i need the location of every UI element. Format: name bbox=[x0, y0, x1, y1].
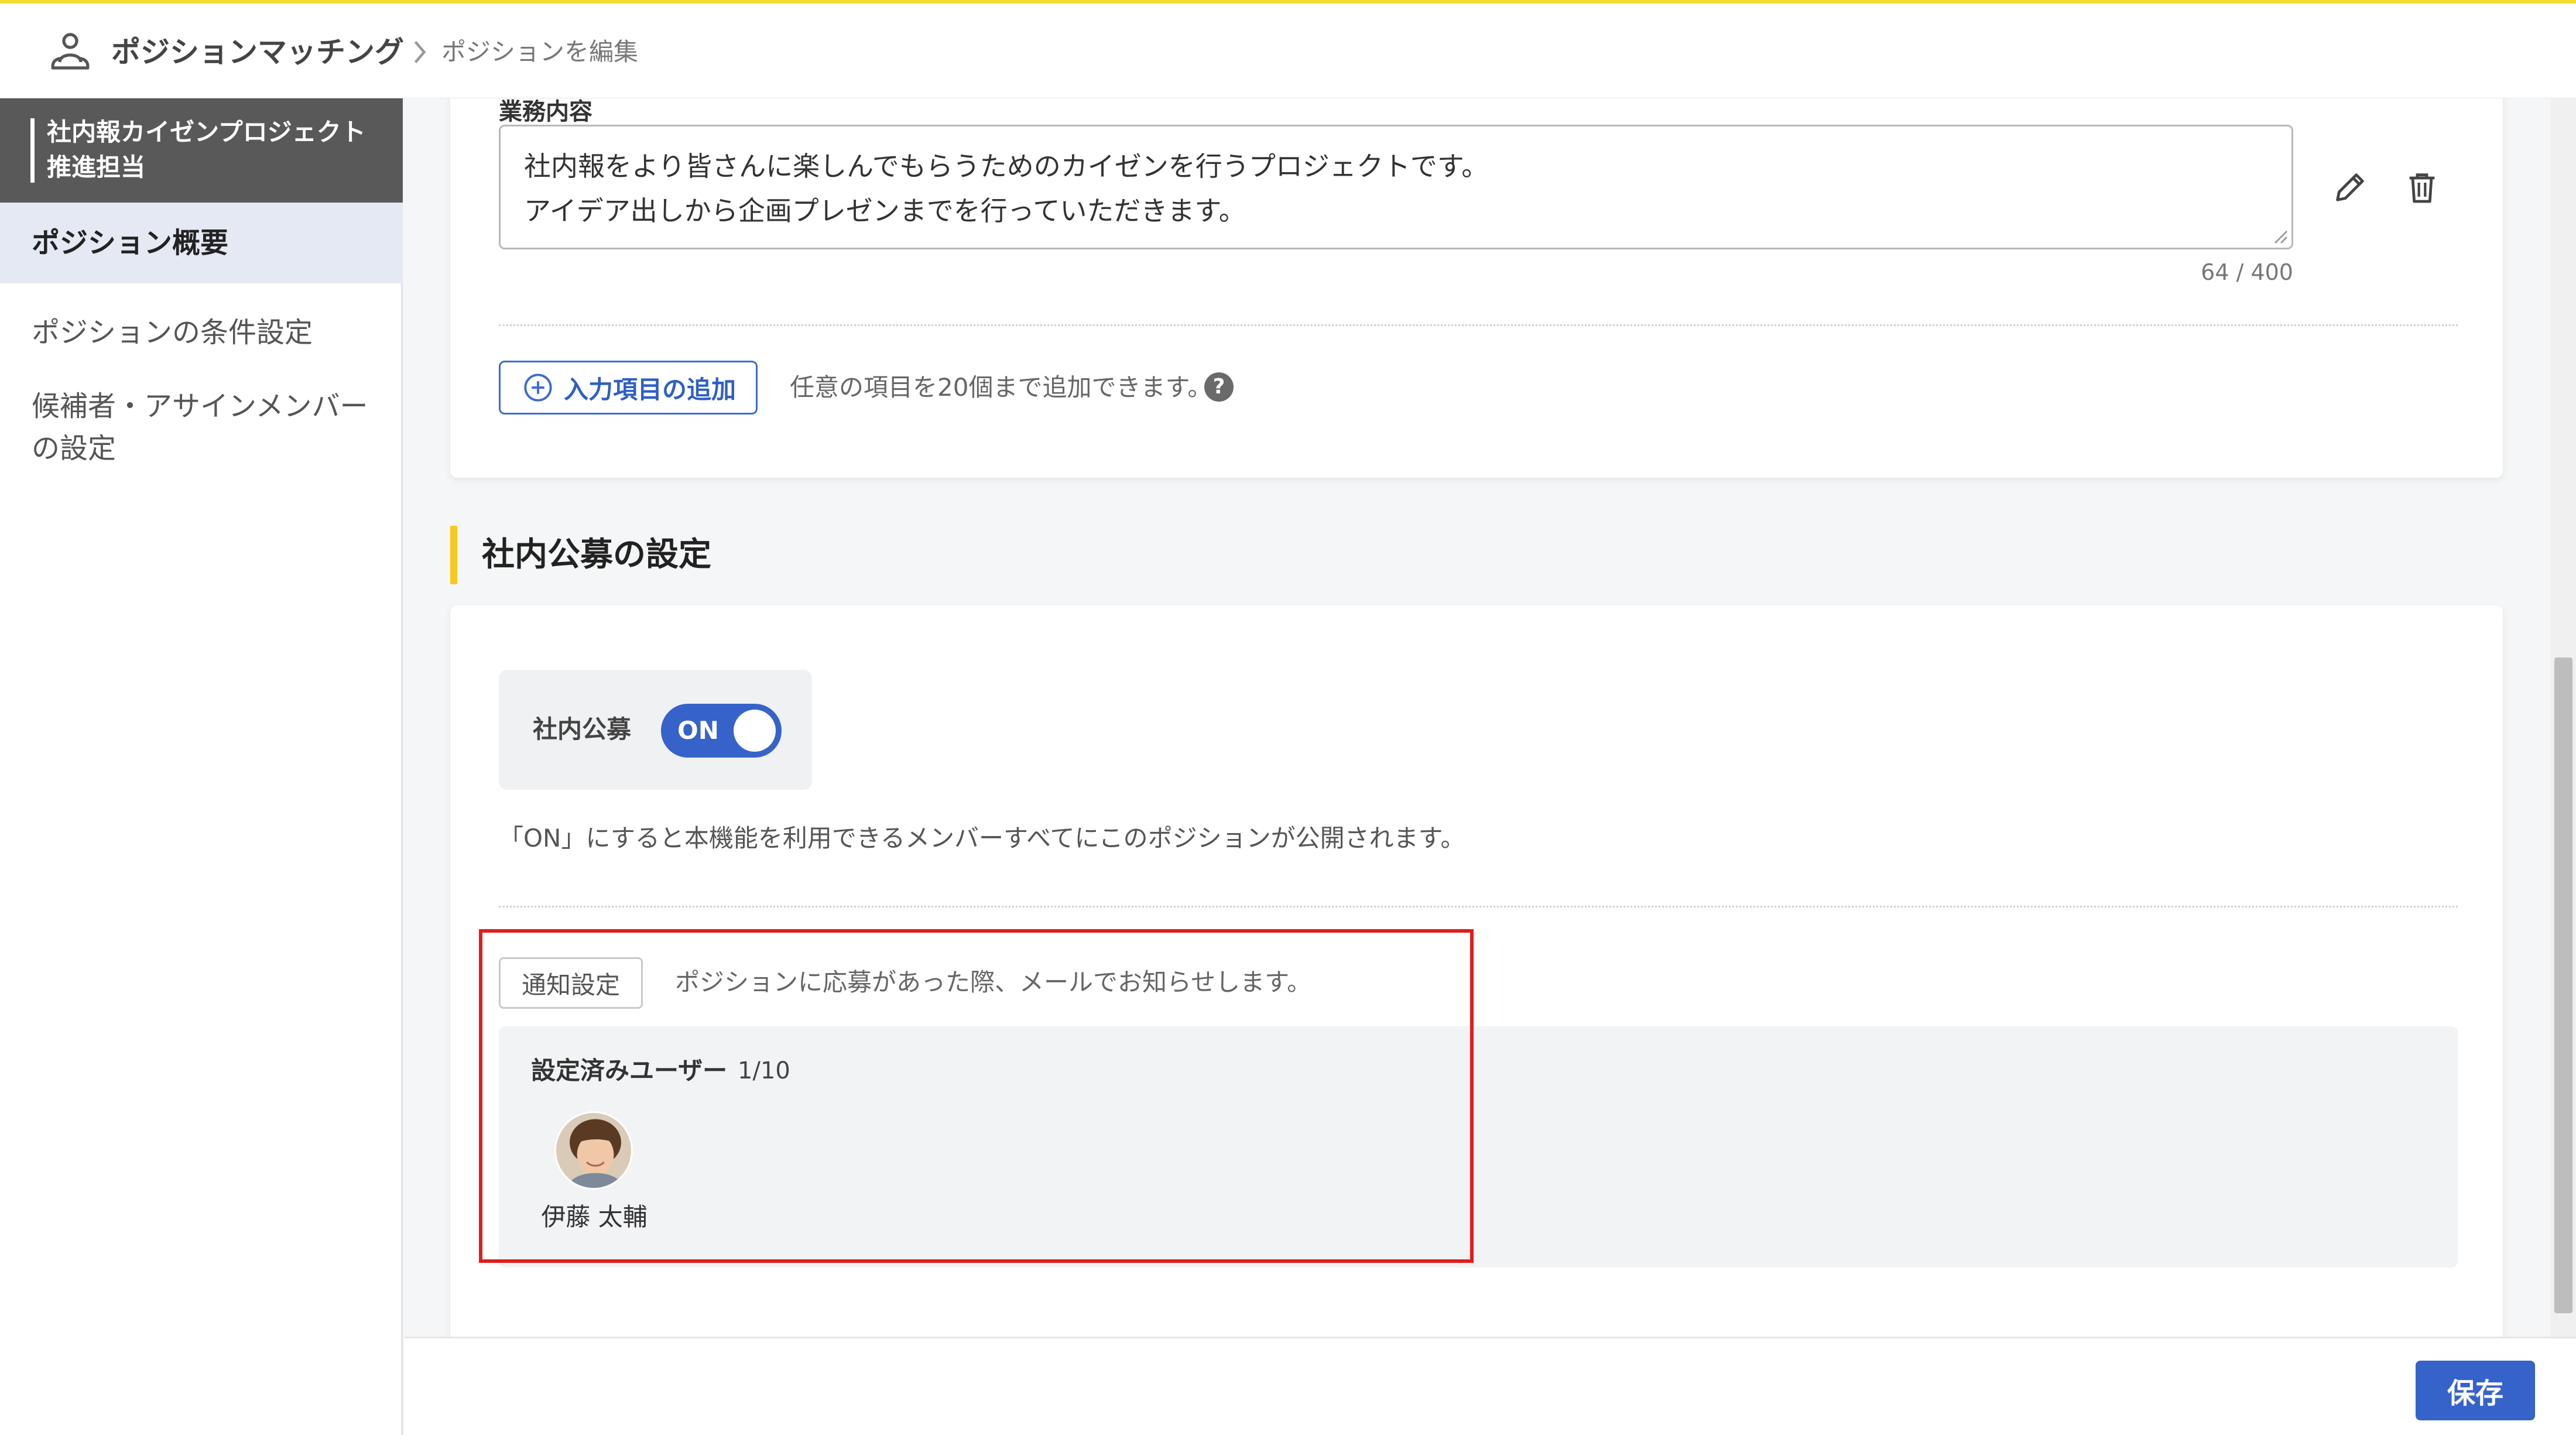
resize-grip-icon[interactable] bbox=[2272, 228, 2288, 244]
main-content: 業務内容 社内報をより皆さんに楽しんでもらうためのカイゼンを行うプロジェクトです… bbox=[405, 98, 2551, 1337]
app-title[interactable]: ポジションマッチング bbox=[111, 32, 404, 73]
user-name: 伊藤 太輔 bbox=[541, 1203, 648, 1231]
notification-description: ポジションに応募があった際、メールでお知らせします。 bbox=[675, 968, 1311, 996]
recruitment-toggle-label: 社内公募 bbox=[533, 715, 632, 744]
task-description-textarea[interactable]: 社内報をより皆さんに楽しんでもらうためのカイゼンを行うプロジェクトです。 アイデ… bbox=[499, 125, 2293, 249]
pencil-icon bbox=[2336, 173, 2364, 201]
add-input-item-button[interactable]: 入力項目の追加 bbox=[499, 361, 758, 415]
task-description-line-2: アイデア出しから企画プレゼンまでを行っていただきます。 bbox=[524, 195, 1246, 227]
breadcrumb-current: ポジションを編集 bbox=[441, 37, 639, 66]
sidebar-item-position-conditions[interactable]: ポジションの条件設定 bbox=[0, 297, 403, 368]
divider bbox=[499, 906, 2458, 907]
character-counter: 64 / 400 bbox=[2201, 259, 2293, 285]
toggle-knob bbox=[734, 710, 776, 752]
configured-users-title: 設定済みユーザー bbox=[531, 1056, 728, 1085]
task-field-label: 業務内容 bbox=[499, 98, 592, 125]
section-title-accent bbox=[450, 526, 457, 584]
notification-settings-tag: 通知設定 bbox=[499, 957, 643, 1009]
toggle-state-text: ON bbox=[677, 716, 719, 745]
configured-users-count: 1/10 bbox=[738, 1057, 790, 1084]
add-item-hint: 任意の項目を20個まで追加できます。 bbox=[790, 373, 1212, 402]
top-bar: ポジションマッチング ポジションを編集 bbox=[0, 0, 2576, 98]
section-title-internal-recruitment: 社内公募の設定 bbox=[482, 536, 711, 574]
sidebar-item-candidates-settings[interactable]: 候補者・アサインメンバーの設定 bbox=[0, 372, 403, 489]
recruitment-toggle-box: 社内公募 ON bbox=[499, 670, 812, 790]
sidebar: 社内報カイゼンプロジェクト推進担当 ポジション概要 ポジションの条件設定 候補者… bbox=[0, 98, 403, 1435]
user-avatar[interactable] bbox=[554, 1111, 633, 1190]
divider bbox=[499, 324, 2458, 326]
add-input-item-label: 入力項目の追加 bbox=[564, 375, 737, 404]
save-button[interactable]: 保存 bbox=[2416, 1361, 2535, 1420]
app-logo-icon[interactable] bbox=[47, 29, 94, 76]
project-header-bar bbox=[30, 118, 35, 183]
sidebar-item-position-overview[interactable]: ポジション概要 bbox=[0, 203, 403, 283]
recruitment-toggle-switch[interactable]: ON bbox=[661, 704, 782, 758]
task-description-line-1: 社内報をより皆さんに楽しんでもらうためのカイゼンを行うプロジェクトです。 bbox=[524, 150, 1489, 182]
project-name: 社内報カイゼンプロジェクト推進担当 bbox=[47, 118, 366, 181]
help-icon[interactable]: ? bbox=[1204, 372, 1234, 402]
recruitment-toggle-description: 「ON」にすると本機能を利用できるメンバーすべてにこのポジションが公開されます。 bbox=[499, 824, 1465, 852]
breadcrumb-chevron-icon bbox=[414, 41, 426, 63]
user-photo-icon bbox=[556, 1113, 631, 1188]
configured-users-panel: 設定済みユーザー 1/10 伊藤 太輔 bbox=[499, 1026, 2458, 1268]
footer-bar: 保存 bbox=[405, 1337, 2576, 1435]
trash-icon bbox=[2409, 173, 2435, 203]
scrollbar-track[interactable] bbox=[2551, 98, 2576, 1337]
edit-field-button[interactable] bbox=[2327, 164, 2373, 211]
plus-circle-icon bbox=[524, 374, 552, 402]
project-header: 社内報カイゼンプロジェクト推進担当 bbox=[0, 98, 403, 203]
delete-field-button[interactable] bbox=[2399, 164, 2445, 211]
scrollbar-thumb[interactable] bbox=[2554, 657, 2572, 1313]
